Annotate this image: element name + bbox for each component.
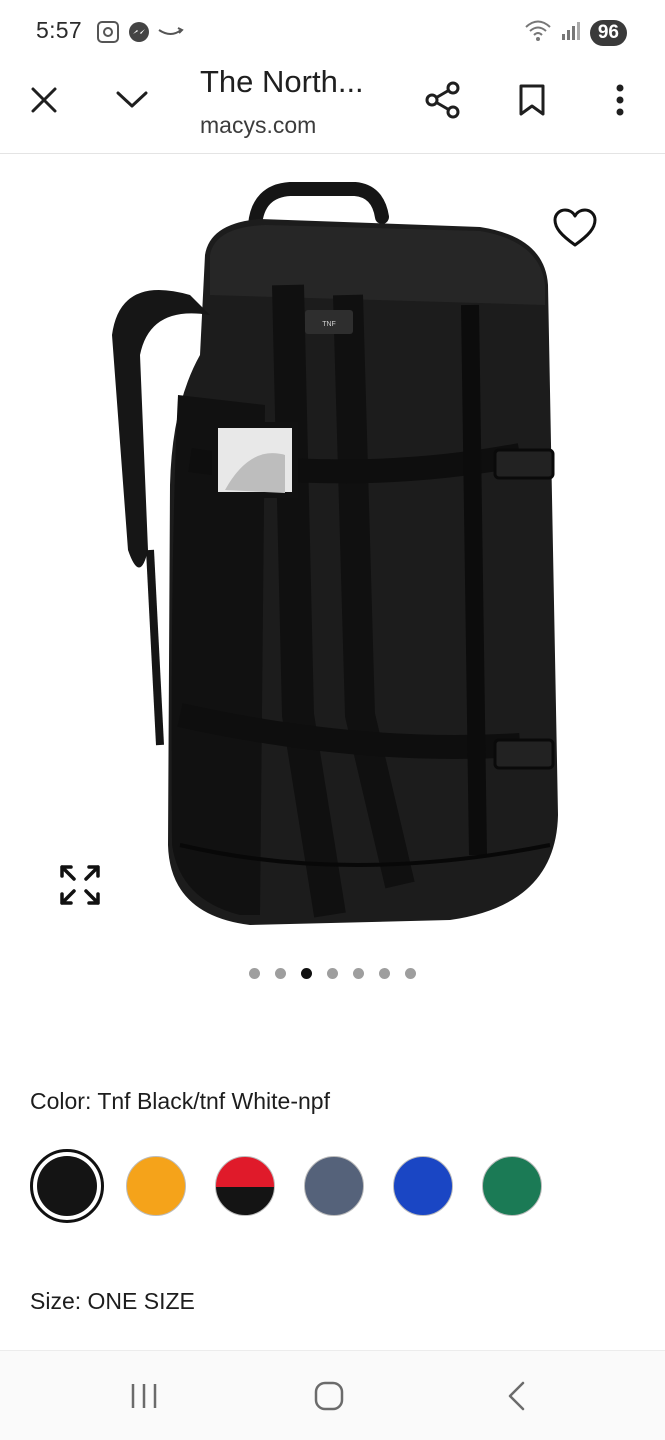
amazon-smile-icon	[157, 24, 185, 45]
system-nav-bar	[0, 1350, 665, 1440]
status-icons-left	[95, 19, 185, 50]
product-image-area[interactable]: TNF	[0, 155, 665, 955]
bookmark-icon	[519, 84, 545, 116]
battery-badge: 96	[589, 19, 627, 46]
heart-icon	[553, 208, 597, 247]
wishlist-button[interactable]	[552, 207, 602, 253]
home-icon	[314, 1381, 344, 1411]
carousel-dot[interactable]	[353, 968, 364, 979]
back-button[interactable]	[486, 1371, 546, 1421]
swatch-black[interactable]	[37, 1156, 97, 1216]
expand-icon	[60, 865, 100, 905]
share-icon	[425, 81, 460, 119]
screenshot-icon	[95, 19, 121, 50]
collapse-button[interactable]	[108, 76, 156, 124]
back-icon	[508, 1381, 525, 1411]
status-bar: 5:57 96	[0, 0, 665, 62]
wifi-icon	[524, 18, 552, 47]
size-label: Size: ONE SIZE	[30, 1288, 195, 1314]
home-button[interactable]	[299, 1371, 359, 1421]
page: 5:57 96 The North... macys.com TNF Color…	[0, 0, 665, 1440]
carousel-dot[interactable]	[405, 968, 416, 979]
carousel-dot[interactable]	[275, 968, 286, 979]
swatch-orange[interactable]	[126, 1156, 186, 1216]
carousel-dot[interactable]	[301, 968, 312, 979]
share-button[interactable]	[419, 76, 467, 124]
close-button[interactable]	[20, 76, 68, 124]
carousel-dots	[0, 968, 665, 979]
carousel-dot[interactable]	[249, 968, 260, 979]
svg-text:TNF: TNF	[322, 321, 336, 328]
swatch-red-black[interactable]	[215, 1156, 275, 1216]
expand-button[interactable]	[58, 863, 106, 911]
selected-swatch-ring[interactable]	[30, 1149, 104, 1223]
status-time: 5:57	[36, 17, 82, 43]
swatch-heather-navy[interactable]	[304, 1156, 364, 1216]
bookmark-button[interactable]	[508, 76, 556, 124]
carousel-dot[interactable]	[379, 968, 390, 979]
page-domain[interactable]: macys.com	[200, 112, 316, 139]
messenger-icon	[127, 20, 151, 49]
more-button[interactable]	[596, 76, 644, 124]
color-label: Color: Tnf Black/tnf White-npf	[30, 1088, 330, 1114]
recent-apps-icon	[131, 1384, 157, 1408]
browser-toolbar: The North... macys.com	[0, 62, 665, 154]
backpack-duffel-image: TNF	[112, 182, 558, 925]
swatch-green[interactable]	[482, 1156, 542, 1216]
swatch-blue[interactable]	[393, 1156, 453, 1216]
close-icon	[31, 87, 57, 113]
signal-icon	[560, 19, 582, 46]
chevron-down-icon	[116, 91, 148, 108]
more-vert-icon	[616, 84, 624, 116]
status-icons-right: 96	[524, 18, 627, 47]
carousel-dot[interactable]	[327, 968, 338, 979]
page-title[interactable]: The North...	[200, 64, 364, 100]
recent-apps-button[interactable]	[114, 1371, 174, 1421]
